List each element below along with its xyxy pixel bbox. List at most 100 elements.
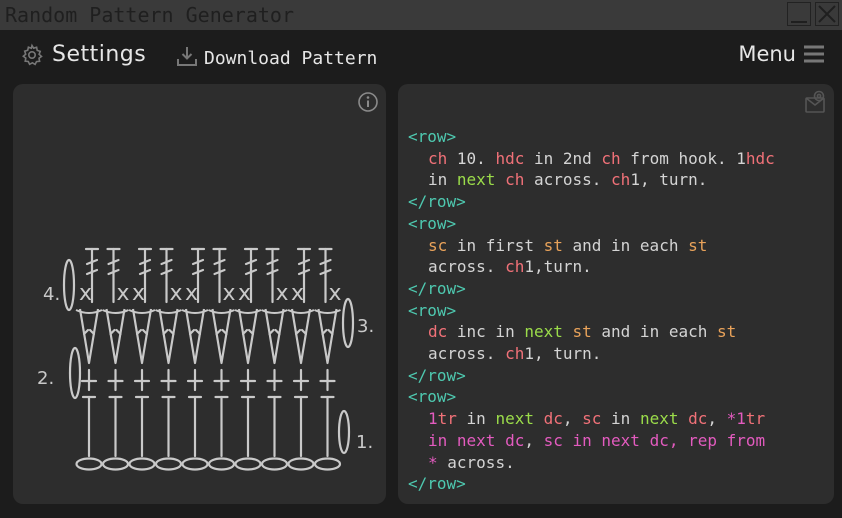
pattern-token: in — [456, 409, 496, 429]
pattern-panel: <row> ch 10. hdc in 2nd ch from hook. 1hd… — [398, 84, 834, 504]
pattern-token: ch — [505, 170, 525, 190]
sc-x-stitch: x — [223, 281, 236, 306]
close-icon — [818, 5, 836, 23]
dc-inc-stitch — [78, 308, 100, 365]
row-open-tag: <row> — [408, 127, 457, 146]
pattern-token: ch — [611, 170, 631, 190]
pattern-line: dc inc in next st and in each st — [408, 321, 828, 343]
minimize-icon — [791, 21, 807, 23]
pattern-token: next — [456, 170, 496, 190]
pattern-token: * — [428, 452, 438, 472]
row-open-tag: <row> — [408, 300, 457, 320]
pattern-token: in — [428, 170, 457, 190]
chain-stitch — [260, 457, 289, 471]
menu-label: Menu — [738, 42, 796, 66]
row-label: 3. — [357, 316, 374, 337]
pattern-token: next — [639, 409, 679, 429]
pattern-token: st — [572, 322, 592, 342]
pattern-token: in — [601, 409, 640, 429]
pattern-token: , — [707, 409, 727, 429]
pattern-token: and in each — [562, 235, 689, 255]
pattern-token — [678, 409, 688, 428]
dc-inc-stitch — [264, 308, 285, 365]
pattern-token: 1, turn. — [524, 344, 602, 364]
pattern-token: sc — [582, 409, 602, 429]
pattern-token: , rep from — [668, 430, 766, 450]
pattern-token: 1 — [428, 409, 438, 429]
row-close-tag: </row> — [408, 192, 466, 212]
dc-inc-stitch — [211, 308, 232, 365]
pattern-token: hdc — [495, 148, 525, 168]
pattern-token: ch — [428, 148, 448, 168]
chain-stitch — [234, 457, 262, 471]
copy-icon[interactable] — [803, 89, 829, 115]
minimize-button[interactable] — [787, 2, 811, 26]
sc-x-stitch: x — [132, 281, 145, 306]
sc-x-stitch: x — [117, 281, 130, 306]
sc-x-stitch: x — [291, 281, 304, 306]
pattern-token: dc — [505, 430, 525, 450]
pattern-token: next — [495, 409, 534, 429]
sc-x-stitch: x — [185, 281, 198, 306]
pattern-line: in next ch across. ch1, turn. — [408, 169, 828, 191]
pattern-token: *1 — [726, 409, 746, 429]
dc-inc-stitch — [184, 308, 206, 365]
pattern-line: across. ch1, turn. — [408, 343, 828, 365]
pattern-token: 10. — [447, 148, 496, 168]
dc-inc-stitch — [237, 308, 259, 365]
row-close-tag: </row> — [408, 365, 466, 385]
sc-x-stitch: x — [79, 281, 92, 306]
chain-stitch — [128, 457, 156, 471]
chain-stitch — [313, 457, 342, 471]
pattern-token: and in each — [591, 322, 717, 342]
pattern-token: across. — [524, 170, 612, 190]
pattern-token: 1, turn. — [630, 170, 708, 190]
pattern-token: in 2nd — [524, 148, 602, 168]
settings-label: Settings — [52, 42, 147, 67]
sc-x-stitch: x — [329, 281, 342, 306]
row-close-tag: </row> — [408, 278, 466, 298]
menu-button[interactable]: Menu — [738, 42, 826, 66]
pattern-token: ch — [505, 344, 525, 364]
turning-chain — [337, 409, 351, 455]
pattern-token: ch — [601, 148, 621, 168]
pattern-token: st — [543, 235, 563, 255]
toolbar: Settings Download Pattern Menu — [0, 30, 842, 82]
row-open-tag: <row> — [408, 213, 457, 233]
window-title: Random Pattern Generator — [5, 3, 294, 27]
settings-button[interactable]: Settings — [20, 42, 146, 67]
turning-chain — [341, 297, 355, 349]
pattern-token — [495, 170, 505, 189]
chain-stitch — [287, 457, 315, 471]
gear-icon — [22, 42, 43, 66]
pattern-token: in first — [447, 235, 544, 255]
close-button[interactable] — [815, 2, 839, 26]
pattern-token: dc — [688, 409, 708, 429]
download-icon — [177, 46, 197, 66]
title-bar: Random Pattern Generator — [0, 0, 842, 30]
turning-chain — [68, 346, 82, 400]
dc-inc-stitch — [105, 308, 126, 365]
pattern-token: dc — [543, 409, 563, 429]
download-pattern-button[interactable]: Download Pattern — [176, 42, 377, 69]
row-label: 2. — [37, 368, 54, 389]
hamburger-icon — [804, 45, 824, 63]
chain-stitch — [75, 457, 103, 471]
crochet-diagram: x x x x x x x x x x1.2.3.4. — [37, 247, 374, 471]
row-close-tag: </row> — [408, 474, 466, 494]
download-pattern-label: Download Pattern — [204, 48, 378, 69]
pattern-token: inc in — [447, 322, 525, 342]
pattern-token — [534, 409, 544, 428]
pattern-token: across. — [428, 257, 506, 277]
pattern-token: dc — [649, 430, 669, 450]
pattern-line: sc in first st and in each st — [408, 235, 828, 257]
pattern-token: tr — [437, 409, 457, 429]
chain-stitch — [207, 457, 236, 471]
chain-stitch — [181, 457, 209, 471]
chain-stitch — [154, 457, 183, 471]
pattern-token: 1,turn. — [524, 257, 592, 277]
pattern-token: hdc — [745, 148, 775, 168]
dc-inc-stitch — [131, 308, 153, 365]
dc-inc-stitch — [290, 308, 312, 365]
pattern-token: sc — [543, 430, 563, 450]
